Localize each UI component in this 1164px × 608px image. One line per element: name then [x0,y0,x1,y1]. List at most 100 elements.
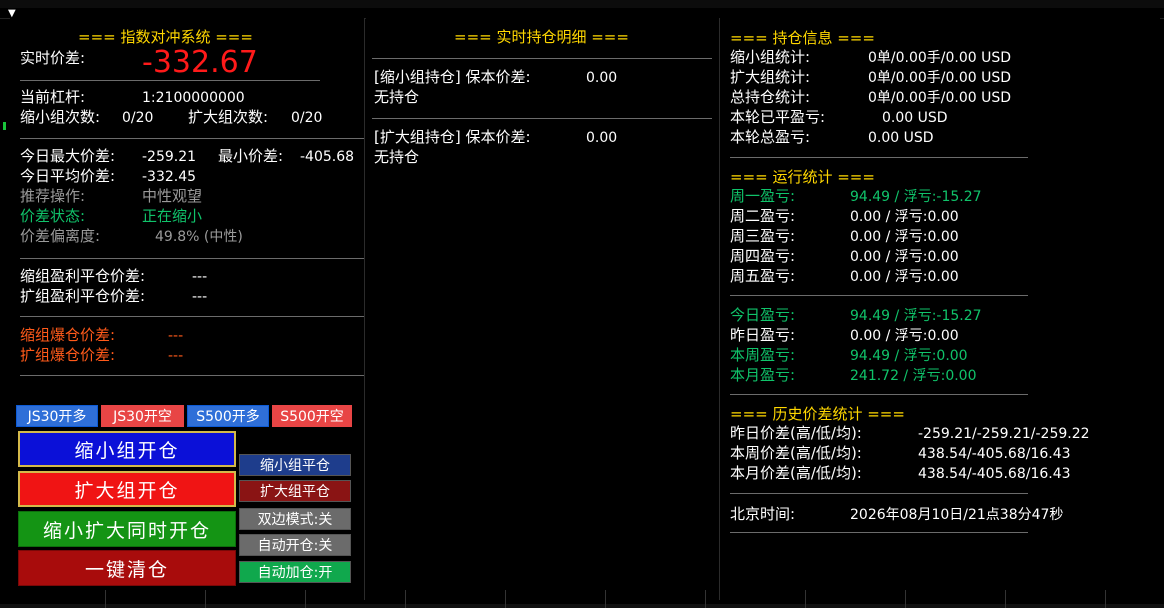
run-stats-title: === 运行统计 === [730,168,875,186]
expand-group-status: 无持仓 [374,148,420,166]
today-min-value: -405.68 [300,149,355,165]
js30-long-button[interactable]: JS30开多 [16,405,98,427]
position-info-title: === 持仓信息 === [730,29,875,47]
divider [730,493,1028,494]
panel-title: === 指数对冲系统 === [78,28,253,46]
axis-tick [305,590,306,608]
expand-stat-value: 0单/0.00手/0.00 USD [868,70,1012,86]
expand-group-breakeven-value: 0.00 [586,130,618,146]
axis-tick [105,590,106,608]
round-total-pnl-value: 0.00 USD [868,130,934,146]
history-spread-title: === 历史价差统计 === [730,405,905,423]
monday-pnl-value: 94.49 / 浮亏:-15.27 [850,189,982,205]
yesterday-pnl-value: 0.00 / 浮亏:0.00 [850,328,959,344]
price-marker [3,122,6,130]
divider [20,375,364,376]
tuesday-pnl-label: 周二盈亏: [730,207,796,225]
shrink-profit-close-label: 缩组盈利平仓价差: [20,267,146,285]
auto-add-toggle[interactable]: 自动加仓:开 [239,561,351,583]
divider [730,157,1028,158]
chart-time-axis [0,604,1164,608]
expand-group-close-button[interactable]: 扩大组平仓 [239,480,351,502]
round-closed-pnl-label: 本轮已平盈亏: [730,108,826,126]
expand-burst-label: 扩组爆仓价差: [20,346,116,364]
divider [372,118,712,119]
expand-count-value: 0/20 [291,110,323,126]
divider [372,58,712,59]
month-spread-value: 438.54/-405.68/16.43 [918,466,1071,482]
axis-tick [405,590,406,608]
tuesday-pnl-value: 0.00 / 浮亏:0.00 [850,209,959,225]
wednesday-pnl-value: 0.00 / 浮亏:0.00 [850,229,959,245]
axis-tick [805,590,806,608]
total-stat-label: 总持仓统计: [730,88,811,106]
beijing-time-label: 北京时间: [730,505,796,523]
shrink-group-open-button[interactable]: 缩小组开仓 [18,431,236,467]
panel-title: === 实时持仓明细 === [454,28,629,46]
month-spread-label: 本月价差(高/低/均): [730,464,862,482]
expand-burst-value: --- [168,348,184,364]
s500-long-button[interactable]: S500开多 [187,405,269,427]
axis-tick [905,590,906,608]
month-pnl-label: 本月盈亏: [730,366,796,384]
spread-state-label: 价差状态: [20,207,86,225]
divider [730,394,1028,395]
shrink-burst-value: --- [168,328,184,344]
expand-count-label: 扩大组次数: [188,108,269,126]
round-total-pnl-label: 本轮总盈亏: [730,128,811,146]
divider [20,258,364,259]
round-closed-pnl-value: 0.00 USD [882,110,948,126]
expand-profit-close-label: 扩组盈利平仓价差: [20,287,146,305]
clear-all-button[interactable]: 一键清仓 [18,550,236,586]
account-stats-panel: === 持仓信息 === 缩小组统计: 0单/0.00手/0.00 USD 扩大… [720,18,1160,600]
total-stat-value: 0单/0.00手/0.00 USD [868,90,1012,106]
week-spread-label: 本周价差(高/低/均): [730,444,862,462]
today-max-value: -259.21 [142,149,197,165]
shrink-group-breakeven-label: [缩小组持仓] 保本价差: [374,68,531,86]
thursday-pnl-value: 0.00 / 浮亏:0.00 [850,249,959,265]
deviation-value: 49.8% (中性) [155,229,243,245]
week-spread-value: 438.54/-405.68/16.43 [918,446,1071,462]
week-pnl-value: 94.49 / 浮亏:0.00 [850,348,968,364]
spread-state-value: 正在缩小 [142,207,203,225]
divider [20,80,320,81]
shrink-group-close-button[interactable]: 缩小组平仓 [239,454,351,476]
week-pnl-label: 本周盈亏: [730,346,796,364]
shrink-count-label: 缩小组次数: [20,108,101,126]
yesterday-pnl-label: 昨日盈亏: [730,326,796,344]
axis-tick [605,590,606,608]
shrink-profit-close-value: --- [192,269,208,285]
axis-tick [1105,590,1106,608]
today-avg-value: -332.45 [142,169,197,185]
expand-group-open-button[interactable]: 扩大组开仓 [18,471,236,507]
monday-pnl-label: 周一盈亏: [730,187,796,205]
today-min-label: 最小价差: [218,147,284,165]
shrink-stat-value: 0单/0.00手/0.00 USD [868,50,1012,66]
hedge-system-panel: === 指数对冲系统 === 实时价差: -332.67 当前杠杆: 1:210… [10,18,365,600]
expand-stat-label: 扩大组统计: [730,68,811,86]
leverage-label: 当前杠杆: [20,88,86,106]
open-both-button[interactable]: 缩小扩大同时开仓 [18,511,236,547]
dual-mode-toggle[interactable]: 双边模式:关 [239,508,351,530]
expand-group-breakeven-label: [扩大组持仓] 保本价差: [374,128,531,146]
friday-pnl-label: 周五盈亏: [730,267,796,285]
shrink-group-breakeven-value: 0.00 [586,70,618,86]
deviation-label: 价差偏离度: [20,227,101,245]
leverage-value: 1:2100000000 [142,90,245,106]
divider [20,138,364,139]
divider [20,316,364,317]
today-pnl-value: 94.49 / 浮亏:-15.27 [850,308,982,324]
today-max-label: 今日最大价差: [20,147,116,165]
recommend-label: 推荐操作: [20,187,86,205]
position-details-panel: === 实时持仓明细 === [缩小组持仓] 保本价差: 0.00 无持仓 [扩… [366,18,720,600]
auto-open-toggle[interactable]: 自动开仓:关 [239,534,351,556]
s500-short-button[interactable]: S500开空 [272,405,352,427]
js30-short-button[interactable]: JS30开空 [101,405,184,427]
axis-tick [1005,590,1006,608]
divider [730,532,1028,533]
today-pnl-label: 今日盈亏: [730,306,796,324]
axis-tick [705,590,706,608]
yesterday-spread-label: 昨日价差(高/低/均): [730,424,862,442]
yesterday-spread-value: -259.21/-259.21/-259.22 [918,426,1090,442]
expand-profit-close-value: --- [192,289,208,305]
